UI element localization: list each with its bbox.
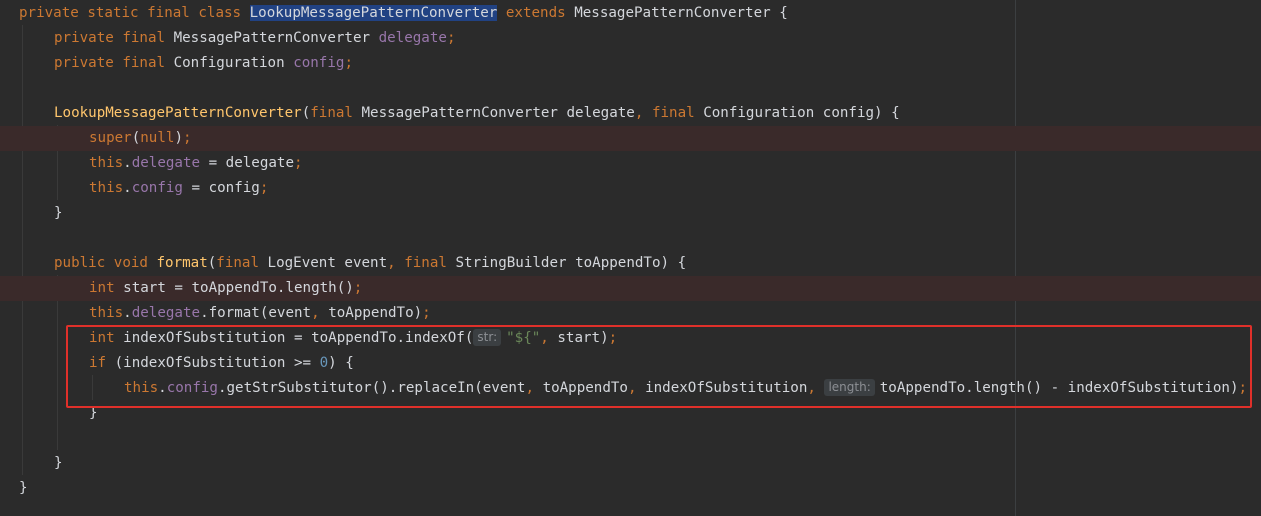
code-line[interactable]: private final MessagePatternConverter de… (0, 26, 1261, 51)
code-token: , (311, 305, 329, 321)
code-token: private final (54, 30, 174, 46)
code-token: } (19, 480, 28, 496)
code-token: ( (207, 255, 217, 271)
code-token: ; (182, 130, 192, 146)
code-line[interactable]: int start = toAppendTo.length(); (0, 276, 1261, 301)
code-line[interactable]: LookupMessagePatternConverter(final Mess… (0, 101, 1261, 126)
code-token: private static final class (19, 5, 250, 21)
code-token: delegate (378, 30, 447, 46)
code-token: ; (446, 30, 456, 46)
code-line-text: super(null); (89, 126, 192, 151)
code-line-text: } (54, 451, 63, 476)
code-line[interactable] (0, 426, 1261, 451)
code-line-text: this.config = config; (89, 176, 268, 201)
code-token: = delegate (200, 155, 295, 171)
code-token: extends (497, 5, 575, 21)
code-token: LookupMessagePatternConverter (54, 105, 302, 121)
code-line[interactable]: private static final class LookupMessage… (0, 1, 1261, 26)
code-token: . (123, 180, 132, 196)
code-token: this (89, 180, 124, 196)
code-line-text: } (54, 201, 63, 226)
code-token: ; (344, 55, 353, 71)
code-token: super (89, 130, 132, 146)
code-line-text: public void format(final LogEvent event,… (54, 251, 686, 276)
code-token: LookupMessagePatternConverter (249, 5, 498, 21)
code-token: private final (54, 55, 174, 71)
code-line[interactable]: } (0, 451, 1261, 476)
code-token: null (140, 130, 175, 146)
code-token: . (123, 305, 132, 321)
code-line[interactable] (0, 76, 1261, 101)
code-token: } (54, 455, 63, 471)
code-token: } (54, 205, 63, 221)
code-token: ( (131, 130, 141, 146)
code-line-text: this.delegate = delegate; (89, 151, 303, 176)
code-token: format (156, 255, 208, 271)
code-token: start = toAppendTo.length() (123, 280, 354, 296)
code-token: this (89, 155, 124, 171)
code-token: final (216, 255, 268, 271)
code-token: toAppendTo) (328, 305, 423, 321)
code-line-text: LookupMessagePatternConverter(final Mess… (54, 101, 900, 126)
code-line[interactable]: } (0, 476, 1261, 501)
code-token: = config (182, 180, 260, 196)
code-token: this (89, 305, 124, 321)
code-token: . (123, 155, 132, 171)
code-token: Configuration config) { (703, 105, 900, 121)
code-token: ( (301, 105, 311, 121)
code-line[interactable] (0, 226, 1261, 251)
code-line[interactable]: this.delegate = delegate; (0, 151, 1261, 176)
code-line[interactable]: private final Configuration config; (0, 51, 1261, 76)
code-token: ; (422, 305, 431, 321)
annotation-highlight-box (66, 325, 1252, 408)
code-token: public void (54, 255, 157, 271)
code-token: .format(event (200, 305, 312, 321)
code-token: MessagePatternConverter (173, 30, 379, 46)
code-line-text: private static final class LookupMessage… (19, 1, 788, 26)
code-token: MessagePatternConverter { (574, 5, 788, 21)
code-line[interactable]: public void format(final LogEvent event,… (0, 251, 1261, 276)
code-token: delegate (131, 155, 201, 171)
code-token: , final (387, 255, 456, 271)
code-token: , final (634, 105, 704, 121)
code-token: Configuration (173, 55, 294, 71)
code-token: config (293, 55, 345, 71)
code-token: config (131, 180, 183, 196)
code-token: final (310, 105, 362, 121)
code-token: ; (294, 155, 303, 171)
code-token: MessagePatternConverter delegate (361, 105, 635, 121)
code-line[interactable]: this.delegate.format(event, toAppendTo); (0, 301, 1261, 326)
code-line[interactable]: } (0, 201, 1261, 226)
code-token: ; (259, 180, 269, 196)
code-token: LogEvent event (267, 255, 388, 271)
code-line-text: } (19, 476, 28, 501)
code-line-text: int start = toAppendTo.length(); (89, 276, 362, 301)
code-line[interactable]: this.config = config; (0, 176, 1261, 201)
code-token: int (89, 280, 124, 296)
code-token: delegate (131, 305, 201, 321)
code-line[interactable]: super(null); (0, 126, 1261, 151)
code-token: ; (353, 280, 363, 296)
code-line-text: private final MessagePatternConverter de… (54, 26, 455, 51)
code-token: ) (174, 130, 183, 146)
code-line-text: this.delegate.format(event, toAppendTo); (89, 301, 431, 326)
code-line-text: private final Configuration config; (54, 51, 353, 76)
code-editor[interactable]: private static final class LookupMessage… (0, 0, 1261, 516)
code-token: StringBuilder toAppendTo) { (455, 255, 687, 271)
